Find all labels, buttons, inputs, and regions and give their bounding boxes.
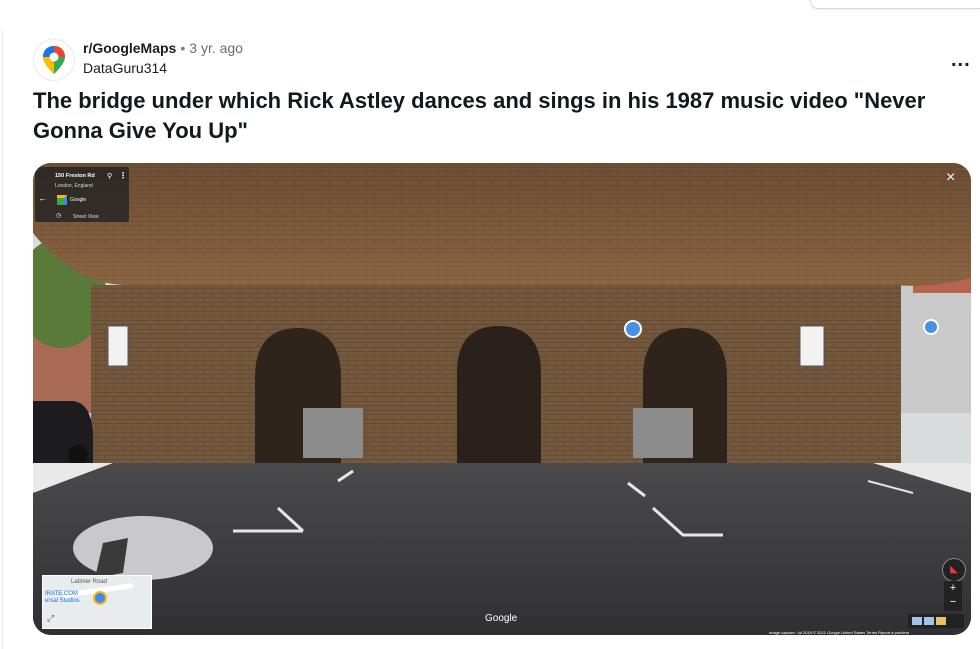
thumbnail[interactable] — [924, 617, 934, 625]
image-capture-footer: Image capture: Jul 2019 © 2021 Google Un… — [769, 630, 910, 635]
subreddit-name[interactable]: r/GoogleMaps — [83, 40, 176, 57]
zoom-in-button[interactable]: + — [944, 581, 962, 595]
kebab-menu-icon[interactable]: ⋮ — [119, 171, 127, 180]
post-image[interactable]: ← 150 Freston Rd London, England ⚲ ⋮ Goo… — [33, 163, 971, 635]
post-age: 3 yr. ago — [189, 40, 243, 56]
minimap-place-label: IRATE.COM — [45, 591, 78, 597]
streetview-address: 150 Freston Rd — [55, 173, 95, 179]
minimap-place-label: ersal Studios — [45, 598, 80, 604]
feed-divider — [2, 30, 3, 649]
streetview-city: London, England — [55, 183, 93, 189]
post-header: r/GoogleMaps • 3 yr. ago DataGuru314 ... — [33, 37, 970, 81]
more-options-button[interactable]: ... — [951, 49, 971, 72]
bridge-photo — [33, 163, 971, 635]
zoom-out-button[interactable]: − — [944, 595, 962, 609]
pegman-location-icon — [93, 591, 107, 605]
subreddit-avatar[interactable] — [33, 39, 75, 81]
streetview-brand: Google — [70, 197, 87, 203]
back-arrow-icon[interactable]: ← — [38, 193, 47, 203]
location-pin-icon[interactable]: ⚲ — [107, 172, 112, 180]
close-icon[interactable]: × — [946, 169, 955, 187]
google-watermark: Google — [485, 613, 518, 624]
compass-icon[interactable]: ◣ — [942, 558, 966, 582]
photo-thumbnails[interactable] — [908, 614, 964, 628]
post-title[interactable]: The bridge under which Rick Astley dance… — [33, 86, 953, 146]
expand-map-icon[interactable]: ⤢ — [47, 613, 54, 624]
thumbnail[interactable] — [936, 617, 946, 625]
streetview-info-card[interactable]: ← 150 Freston Rd London, England ⚲ ⋮ Goo… — [35, 167, 129, 222]
google-logo-icon — [57, 195, 67, 205]
minimap-road-label: Latimer Road — [71, 579, 108, 585]
thumbnail[interactable] — [912, 617, 922, 625]
zoom-control[interactable]: + − — [944, 581, 962, 611]
streetview-mode: Street View — [73, 214, 99, 220]
post-author[interactable]: DataGuru314 — [83, 60, 243, 76]
top-dropdown-edge — [810, 0, 980, 9]
meta-separator: • — [180, 40, 186, 56]
google-maps-pin-icon — [43, 46, 65, 74]
history-clock-icon[interactable]: ◷ — [56, 212, 61, 219]
post-meta: r/GoogleMaps • 3 yr. ago DataGuru314 — [83, 40, 243, 76]
minimap[interactable]: Latimer Road IRATE.COM ersal Studios ⤢ — [42, 575, 152, 629]
